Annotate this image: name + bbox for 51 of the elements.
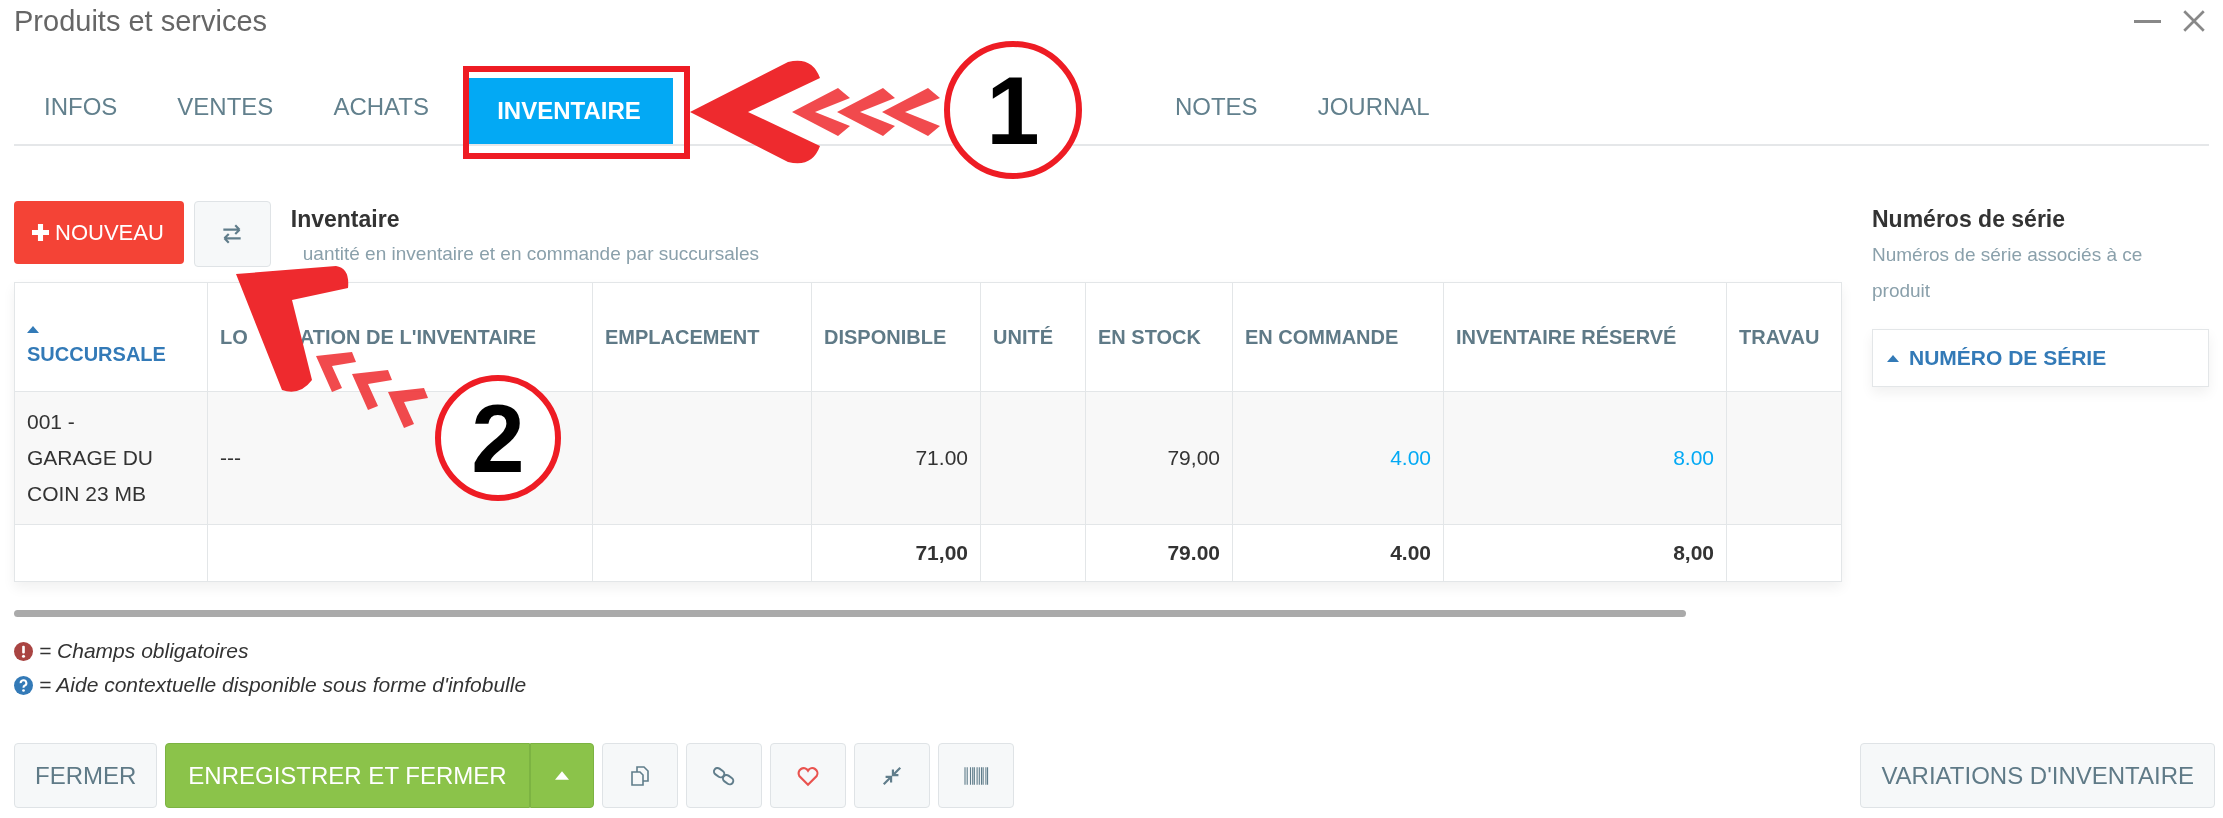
section-subtitle: uantité en inventaire et en commande par succursales (301, 243, 760, 265)
number-badge: 1 (944, 41, 1082, 179)
exclamation-icon (14, 641, 33, 661)
variations-button[interactable]: VARIATIONS D'INVENTAIRE (1860, 743, 2215, 808)
column-header[interactable]: EMPLACEMENT (592, 282, 812, 392)
quantity-link[interactable]: 4.00 (1390, 446, 1431, 469)
tab[interactable]: INFOS (14, 72, 148, 142)
column-header[interactable]: DISPONIBLE (811, 282, 981, 392)
window-title: Produits et services (14, 4, 268, 38)
sort-caret-icon (1887, 354, 1899, 362)
close-button[interactable]: FERMER (14, 743, 158, 808)
new-button[interactable]: NOUVEAU (14, 201, 184, 264)
table-cell: 79,00 (1167, 446, 1220, 469)
plus-icon (32, 224, 49, 241)
column-header[interactable]: SUCCURSALE (14, 282, 208, 392)
question-icon (14, 675, 33, 695)
barcode-icon (961, 764, 990, 787)
section-title: Numéros de série (1872, 206, 2067, 233)
legend-text: = Aide contextuelle disponible sous forme d'infobulle (39, 673, 527, 697)
column-header[interactable]: INVENTAIRE RÉSERVÉ (1443, 282, 1727, 392)
collapse-icon (880, 764, 903, 787)
tab[interactable]: NOTES (1144, 72, 1288, 142)
table-cell: 4.00 (1390, 541, 1431, 564)
section-subtitle: Numéros de série associés à ce produit (1872, 243, 2144, 303)
barcode-button[interactable] (937, 743, 1014, 808)
copy-button[interactable] (601, 743, 678, 808)
table-cell-text: 001 - GARAGE DU COIN 23 MB (27, 409, 155, 507)
section-title: Inventaire (290, 206, 401, 233)
column-header[interactable]: NUMÉRO DE SÉRIE (1872, 329, 2209, 387)
scrollbar[interactable] (14, 610, 1686, 617)
tab[interactable]: VENTES (147, 72, 304, 142)
table-cell: --- (220, 446, 241, 469)
column-header[interactable]: TRAVAU (1726, 282, 1842, 392)
column-header[interactable]: EN COMMANDE (1232, 282, 1444, 392)
link-button[interactable] (685, 743, 762, 808)
close-icon[interactable] (2181, 8, 2207, 34)
table-cell: 79.00 (1167, 541, 1220, 564)
minimize-icon[interactable] (2134, 19, 2161, 23)
table-cell: 71,00 (915, 541, 968, 564)
swap-button[interactable] (193, 201, 271, 267)
heart-button[interactable] (769, 743, 846, 808)
quantity-link[interactable]: 8.00 (1673, 446, 1714, 469)
tab[interactable]: JOURNAL (1287, 72, 1460, 142)
table-cell: 71.00 (915, 446, 968, 469)
tab[interactable]: ACHATS (303, 72, 459, 142)
column-header[interactable]: UNITÉ (980, 282, 1086, 392)
caret-icon (554, 771, 569, 780)
legend-text: = Champs obligatoires (39, 639, 249, 663)
column-header[interactable]: EN STOCK (1085, 282, 1233, 392)
number-badge: 2 (435, 375, 561, 501)
table-cell: 8,00 (1673, 541, 1714, 564)
